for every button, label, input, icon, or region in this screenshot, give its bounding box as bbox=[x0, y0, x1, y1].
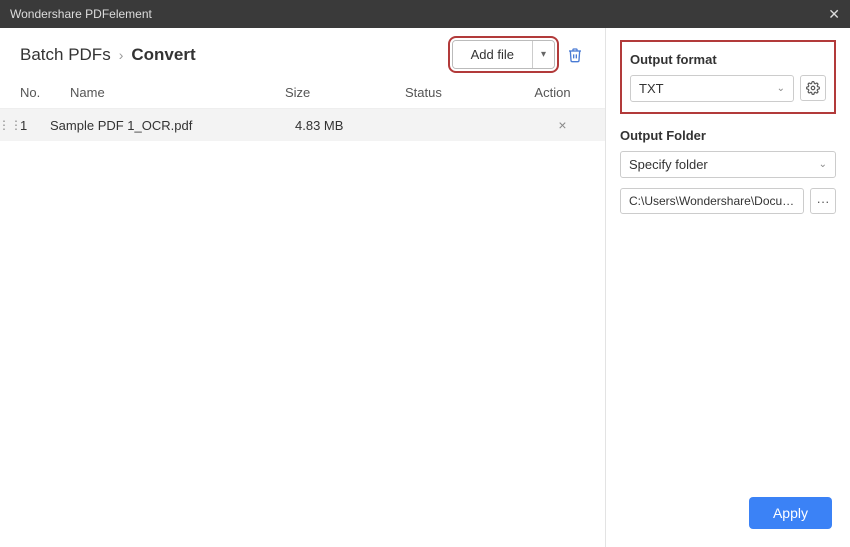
col-header-size: Size bbox=[285, 85, 405, 100]
col-header-name: Name bbox=[70, 85, 285, 100]
delete-all-button[interactable] bbox=[565, 45, 585, 65]
output-folder-label: Output Folder bbox=[620, 128, 836, 143]
output-format-label: Output format bbox=[630, 52, 826, 67]
trash-icon bbox=[567, 47, 583, 63]
ellipsis-icon: ··· bbox=[817, 194, 830, 209]
header-row: Batch PDFs › Convert Add file ▾ bbox=[0, 28, 605, 77]
col-header-status: Status bbox=[405, 85, 520, 100]
apply-button[interactable]: Apply bbox=[749, 497, 832, 529]
format-settings-button[interactable] bbox=[800, 75, 826, 101]
col-header-action: Action bbox=[520, 85, 585, 100]
table-header: No. Name Size Status Action bbox=[0, 77, 605, 109]
output-folder-select[interactable]: Specify folder ⌄ bbox=[620, 151, 836, 178]
add-file-button[interactable]: Add file bbox=[453, 41, 532, 68]
output-format-value: TXT bbox=[639, 81, 664, 96]
col-header-no: No. bbox=[20, 85, 70, 100]
table-row[interactable]: ⋮⋮ 1 Sample PDF 1_OCR.pdf 4.83 MB × bbox=[0, 109, 605, 141]
left-panel: Batch PDFs › Convert Add file ▾ bbox=[0, 28, 606, 547]
close-icon[interactable]: ✕ bbox=[828, 6, 840, 23]
chevron-down-icon: ▾ bbox=[541, 49, 546, 60]
specify-folder-value: Specify folder bbox=[629, 157, 708, 172]
chevron-right-icon: › bbox=[119, 47, 124, 63]
output-path-field[interactable]: C:\Users\Wondershare\Documents bbox=[620, 188, 804, 214]
right-panel: Output format TXT ⌄ Output Folder Specif… bbox=[606, 28, 850, 547]
titlebar: Wondershare PDFelement ✕ bbox=[0, 0, 850, 28]
chevron-down-icon: ⌄ bbox=[777, 83, 785, 94]
output-path-row: C:\Users\Wondershare\Documents ··· bbox=[620, 188, 836, 214]
output-format-row: TXT ⌄ bbox=[630, 75, 826, 102]
gear-icon bbox=[806, 81, 820, 95]
cell-name: Sample PDF 1_OCR.pdf bbox=[50, 118, 295, 133]
breadcrumb-current: Convert bbox=[131, 45, 195, 65]
content-area: Batch PDFs › Convert Add file ▾ bbox=[0, 28, 850, 547]
output-format-select[interactable]: TXT ⌄ bbox=[630, 75, 794, 102]
browse-folder-button[interactable]: ··· bbox=[810, 188, 836, 214]
chevron-down-icon: ⌄ bbox=[819, 159, 827, 170]
add-file-group: Add file ▾ bbox=[452, 40, 555, 69]
app-title: Wondershare PDFelement bbox=[10, 7, 152, 21]
header-actions: Add file ▾ bbox=[452, 40, 585, 69]
breadcrumb-root[interactable]: Batch PDFs bbox=[20, 45, 111, 65]
breadcrumb: Batch PDFs › Convert bbox=[20, 45, 196, 65]
cell-no: 1 bbox=[20, 118, 50, 133]
cell-size: 4.83 MB bbox=[295, 118, 415, 133]
drag-handle-icon[interactable]: ⋮⋮ bbox=[0, 118, 20, 132]
output-folder-section: Output Folder Specify folder ⌄ C:\Users\… bbox=[620, 128, 836, 214]
add-file-dropdown[interactable]: ▾ bbox=[532, 41, 554, 68]
remove-row-button[interactable]: × bbox=[530, 117, 595, 133]
output-format-section: Output format TXT ⌄ bbox=[620, 40, 836, 114]
